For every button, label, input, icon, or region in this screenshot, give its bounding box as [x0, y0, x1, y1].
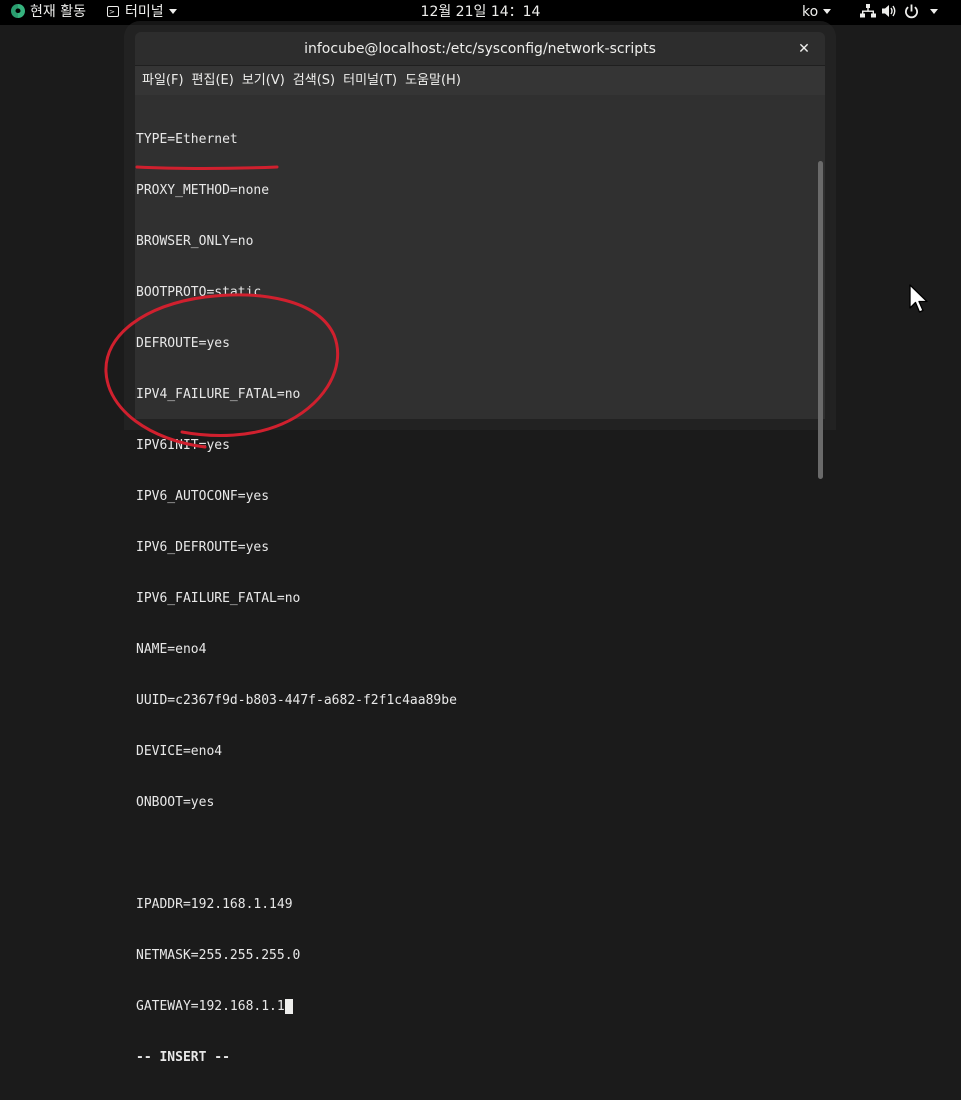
- terminal-line: GATEWAY=192.168.1.1: [136, 999, 285, 1014]
- app-menu-label: 터미널: [125, 4, 164, 20]
- terminal-scrollbar[interactable]: [818, 161, 823, 479]
- input-language-button[interactable]: ko: [802, 0, 832, 25]
- close-icon: ✕: [798, 41, 810, 57]
- terminal-line: IPV4_FAILURE_FATAL=no: [136, 387, 301, 402]
- chevron-down-icon: [823, 8, 832, 14]
- terminal-window: infocube@localhost:/etc/sysconfig/networ…: [135, 32, 825, 1065]
- menu-bar: 파일(F) 편집(E) 보기(V) 검색(S) 터미널(T) 도움말(H): [135, 66, 825, 95]
- distro-logo-icon: [11, 4, 25, 18]
- terminal-line: NETMASK=255.255.255.0: [136, 948, 301, 963]
- terminal-line: PROXY_METHOD=none: [136, 183, 270, 198]
- menu-help[interactable]: 도움말(H): [398, 66, 461, 95]
- terminal-line: BOOTPROTO=static: [136, 285, 262, 300]
- volume-icon: [882, 5, 896, 17]
- terminal-line-current: GATEWAY=192.168.1.1: [136, 998, 457, 1015]
- close-button[interactable]: ✕: [795, 32, 813, 66]
- terminal-line: NAME=eno4: [136, 642, 207, 657]
- menu-file[interactable]: 파일(F): [135, 66, 184, 95]
- terminal-line: DEFROUTE=yes: [136, 336, 230, 351]
- activities-label: 현재 활동: [30, 4, 86, 20]
- system-menu-button[interactable]: [860, 0, 938, 25]
- vim-mode-status: -- INSERT --: [136, 1050, 230, 1065]
- top-bar: 현재 활동 > 터미널 12월 21일 14：14 ko: [0, 0, 961, 25]
- terminal-line: UUID=c2367f9d-b803-447f-a682-f2f1c4aa89b…: [136, 693, 457, 708]
- chevron-down-icon: [930, 8, 938, 14]
- terminal-line: IPV6_DEFROUTE=yes: [136, 540, 270, 555]
- text-cursor: [284, 999, 293, 1014]
- terminal-icon: >: [107, 5, 119, 17]
- chevron-down-icon: [168, 8, 177, 14]
- mouse-pointer-icon: [909, 284, 928, 313]
- power-icon: [905, 4, 918, 18]
- terminal-line: IPV6INIT=yes: [136, 438, 230, 453]
- terminal-text: TYPE=Ethernet PROXY_METHOD=none BROWSER_…: [136, 97, 457, 1100]
- terminal-line: ONBOOT=yes: [136, 795, 215, 810]
- menu-search[interactable]: 검색(S): [286, 66, 335, 95]
- window-titlebar[interactable]: infocube@localhost:/etc/sysconfig/networ…: [135, 32, 825, 66]
- window-title: infocube@localhost:/etc/sysconfig/networ…: [304, 41, 656, 57]
- input-language-label: ko: [802, 4, 819, 20]
- menu-view[interactable]: 보기(V): [235, 66, 285, 95]
- menu-terminal[interactable]: 터미널(T): [336, 66, 397, 95]
- terminal-line: TYPE=Ethernet: [136, 132, 238, 147]
- terminal-output[interactable]: TYPE=Ethernet PROXY_METHOD=none BROWSER_…: [135, 95, 825, 1065]
- app-menu-button[interactable]: > 터미널: [107, 0, 177, 25]
- terminal-line: IPV6_AUTOCONF=yes: [136, 489, 270, 504]
- terminal-line: DEVICE=eno4: [136, 744, 223, 759]
- clock[interactable]: 12월 21일 14：14: [421, 4, 541, 20]
- network-icon: [860, 4, 876, 18]
- terminal-line: IPADDR=192.168.1.149: [136, 897, 293, 912]
- terminal-line: IPV6_FAILURE_FATAL=no: [136, 591, 301, 606]
- activities-button[interactable]: 현재 활동: [10, 0, 86, 25]
- terminal-line: BROWSER_ONLY=no: [136, 234, 254, 249]
- menu-edit[interactable]: 편집(E): [185, 66, 234, 95]
